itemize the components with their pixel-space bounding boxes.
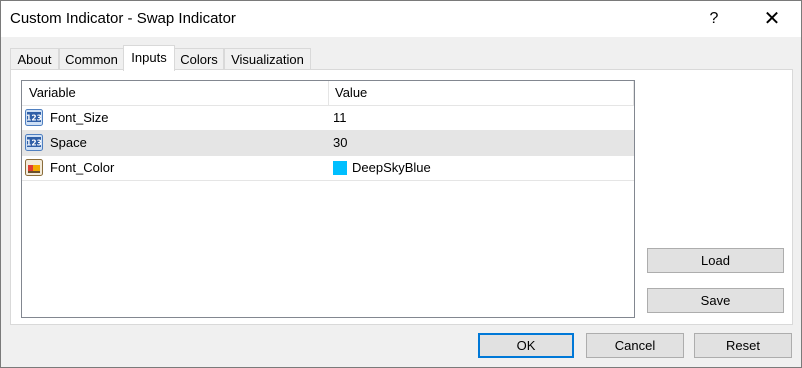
tab-inputs[interactable]: Inputs xyxy=(123,45,175,71)
column-divider[interactable] xyxy=(633,81,634,105)
title-bar: Custom Indicator - Swap Indicator ? ✕ xyxy=(1,1,801,37)
variable-name: Font_Color xyxy=(50,160,115,175)
dialog-window: Custom Indicator - Swap Indicator ? ✕ Ab… xyxy=(0,0,802,368)
color-icon xyxy=(25,159,43,176)
cancel-button[interactable]: Cancel xyxy=(586,333,684,358)
table-row[interactable]: 123 Font_Size 11 xyxy=(22,106,634,131)
ok-button[interactable]: OK xyxy=(478,333,574,358)
column-header-value[interactable]: Value xyxy=(328,81,635,105)
variable-name: Space xyxy=(50,135,87,150)
table-row[interactable]: 123 Space 30 xyxy=(22,131,634,156)
integer-icon: 123 xyxy=(25,134,43,151)
load-button[interactable]: Load xyxy=(647,248,784,273)
svg-text:123: 123 xyxy=(26,114,42,123)
inputs-panel: Variable Value 123 Font_Size 11 123 Spac… xyxy=(10,69,793,325)
variable-value[interactable]: DeepSkyBlue xyxy=(333,156,431,180)
column-header-variable[interactable]: Variable xyxy=(22,81,329,105)
variable-value[interactable]: 30 xyxy=(333,131,347,155)
svg-text:123: 123 xyxy=(26,139,42,148)
inputs-grid: Variable Value 123 Font_Size 11 123 Spac… xyxy=(21,80,635,318)
tab-colors[interactable]: Colors xyxy=(174,48,224,70)
variable-value[interactable]: 11 xyxy=(333,106,347,130)
window-title: Custom Indicator - Swap Indicator xyxy=(10,10,236,27)
close-button[interactable]: ✕ xyxy=(749,1,795,37)
tab-common[interactable]: Common xyxy=(59,48,124,70)
reset-button[interactable]: Reset xyxy=(694,333,792,358)
save-button[interactable]: Save xyxy=(647,288,784,313)
color-swatch xyxy=(333,160,347,175)
variable-name: Font_Size xyxy=(50,110,109,125)
tab-about[interactable]: About xyxy=(10,48,59,70)
color-value-label: DeepSkyBlue xyxy=(352,160,431,175)
tab-visualization[interactable]: Visualization xyxy=(224,48,311,70)
grid-header: Variable Value xyxy=(22,81,634,106)
help-button[interactable]: ? xyxy=(691,1,737,37)
integer-icon: 123 xyxy=(25,109,43,126)
table-row[interactable]: Font_Color DeepSkyBlue xyxy=(22,156,634,181)
